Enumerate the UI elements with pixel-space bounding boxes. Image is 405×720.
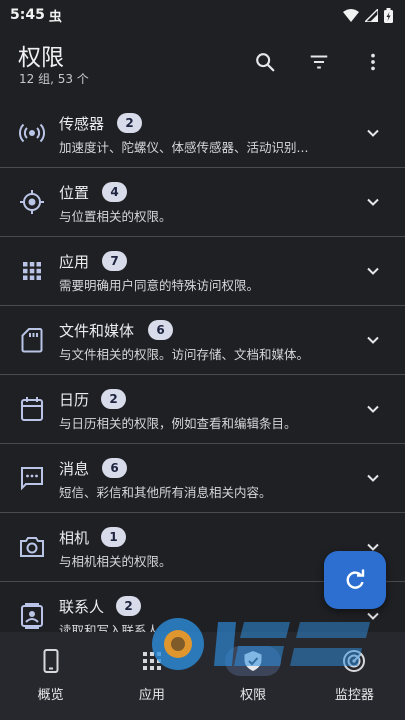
more-vert-icon [371, 53, 375, 71]
group-description: 与位置相关的权限。 [59, 209, 172, 224]
count-badge: 2 [117, 113, 142, 133]
nav-item-permissions[interactable]: 权限 [203, 632, 304, 720]
page-title: 权限 [18, 45, 64, 71]
nav-label: 概览 [37, 688, 64, 703]
count-badge: 6 [148, 320, 173, 340]
refresh-icon [346, 569, 365, 589]
radar-icon [326, 646, 382, 676]
count-badge: 4 [102, 182, 127, 202]
group-row-location[interactable]: 位置 4 与位置相关的权限。 [0, 168, 405, 237]
count-badge: 7 [102, 251, 127, 271]
group-row-sensors[interactable]: 传感器 2 加速度计、陀螺仪、体感传感器、活动识别... [0, 99, 405, 168]
group-row-messages[interactable]: 消息 6 短信、彩信和其他所有消息相关内容。 [0, 444, 405, 513]
group-name: 消息 [59, 460, 90, 478]
group-description: 与日历相关的权限，例如查看和编辑条目。 [59, 416, 297, 431]
group-description: 加速度计、陀螺仪、体感传感器、活动识别... [59, 140, 309, 155]
nav-item-monitor[interactable]: 监控器 [304, 632, 405, 720]
count-badge: 2 [116, 596, 141, 616]
count-badge: 6 [102, 458, 127, 478]
status-icons [343, 7, 393, 23]
group-name: 日历 [59, 391, 90, 409]
page-subtitle: 12 组, 53 个 [19, 72, 89, 86]
group-description: 需要明确用户同意的特殊访问权限。 [59, 278, 260, 293]
sd-card-icon [19, 327, 45, 353]
count-badge: 2 [101, 389, 126, 409]
group-description: 与相机相关的权限。 [59, 554, 172, 569]
sensors-icon [19, 120, 45, 146]
group-name: 文件和媒体 [59, 322, 135, 340]
nav-label: 监控器 [334, 688, 374, 703]
wifi-icon [343, 8, 359, 22]
group-description: 短信、彩信和其他所有消息相关内容。 [59, 485, 272, 500]
phone-icon [23, 646, 79, 676]
group-row-files-media[interactable]: 文件和媒体 6 与文件相关的权限。访问存储、文档和媒体。 [0, 306, 405, 375]
group-name: 位置 [59, 184, 90, 202]
group-name: 传感器 [59, 115, 105, 133]
search-icon [256, 53, 275, 72]
notification-icon: 虫 [48, 9, 62, 25]
chevron-down-icon[interactable] [363, 468, 383, 488]
location-icon [19, 189, 45, 215]
apps-icon [124, 646, 180, 676]
nav-item-apps[interactable]: 应用 [101, 632, 202, 720]
signal-icon [365, 8, 378, 22]
calendar-icon [19, 396, 45, 422]
filter-icon [310, 55, 328, 69]
apps-grid-icon [19, 258, 45, 284]
chevron-down-icon[interactable] [363, 330, 383, 350]
group-name: 相机 [59, 529, 90, 547]
message-icon [19, 465, 45, 491]
filter-button[interactable] [305, 48, 333, 76]
battery-icon [384, 7, 393, 23]
more-options-button[interactable] [359, 48, 387, 76]
contacts-icon [19, 603, 45, 629]
chevron-down-icon[interactable] [363, 261, 383, 281]
group-description: 与文件相关的权限。访问存储、文档和媒体。 [59, 347, 310, 362]
group-row-apps[interactable]: 应用 7 需要明确用户同意的特殊访问权限。 [0, 237, 405, 306]
chevron-down-icon[interactable] [363, 123, 383, 143]
group-name: 应用 [59, 253, 90, 271]
count-badge: 1 [101, 527, 126, 547]
nav-label: 权限 [240, 688, 267, 703]
nav-label: 应用 [138, 688, 165, 703]
group-name: 联系人 [59, 598, 105, 616]
app-bar: 权限 12 组, 53 个 [0, 30, 405, 92]
chevron-down-icon[interactable] [363, 192, 383, 212]
chevron-down-icon[interactable] [363, 606, 383, 626]
status-time: 5:45 [10, 7, 45, 23]
camera-icon [19, 534, 45, 560]
search-button[interactable] [251, 48, 279, 76]
chevron-down-icon[interactable] [363, 399, 383, 419]
bottom-navigation: 概览 应用 权限 监控器 [0, 632, 405, 720]
shield-icon [225, 646, 282, 676]
nav-item-overview[interactable]: 概览 [0, 632, 101, 720]
refresh-fab[interactable] [324, 551, 386, 609]
status-bar: 5:45 虫 [0, 0, 405, 30]
group-row-calendar[interactable]: 日历 2 与日历相关的权限，例如查看和编辑条目。 [0, 375, 405, 444]
